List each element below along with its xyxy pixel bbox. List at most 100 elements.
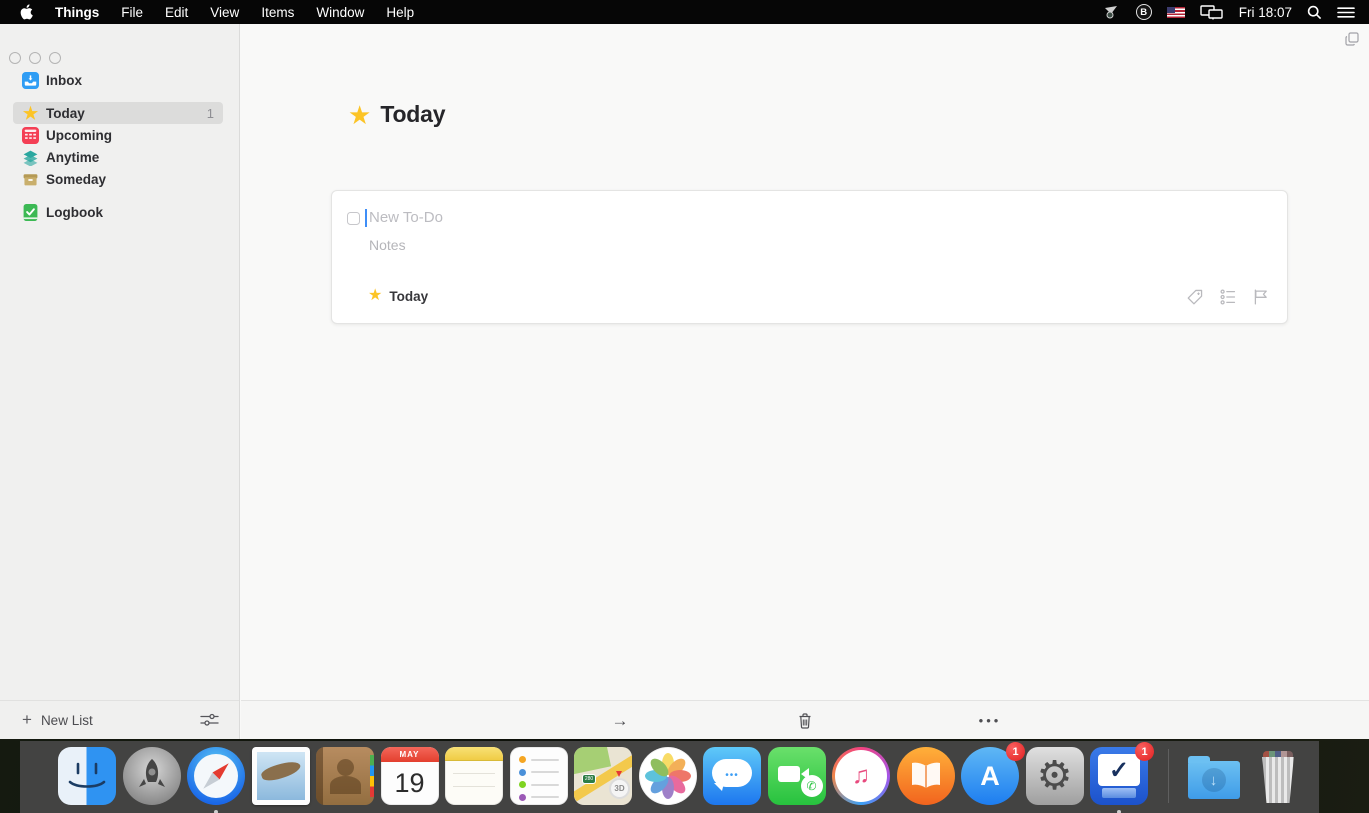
- logbook-icon: [22, 204, 39, 221]
- menu-edit[interactable]: Edit: [165, 5, 188, 20]
- menu-items[interactable]: Items: [261, 5, 294, 20]
- dock-calendar-icon[interactable]: MAY 19: [381, 747, 439, 805]
- when-label: Today: [389, 289, 428, 304]
- menubar-app-name[interactable]: Things: [55, 5, 99, 20]
- sidebar-item-label: Upcoming: [46, 128, 112, 143]
- keyboard-layout-flag-icon[interactable]: [1167, 7, 1185, 18]
- page-title-text: Today: [380, 101, 445, 128]
- when-star-icon: ★: [368, 288, 382, 304]
- desktop-wallpaper: MAY 19 280 3D: [0, 739, 1369, 813]
- notification-center-icon[interactable]: [1337, 6, 1355, 19]
- zoom-window-button[interactable]: [49, 52, 61, 64]
- menu-bar: Things File Edit View Items Window Help …: [0, 0, 1369, 24]
- dock-system-preferences-icon[interactable]: ⚙: [1026, 747, 1084, 805]
- appstore-notification-badge: 1: [1006, 742, 1025, 761]
- dock-separator: [1168, 749, 1169, 803]
- todo-notes-input[interactable]: Notes: [369, 237, 406, 253]
- sidebar-item-upcoming[interactable]: Upcoming: [0, 124, 223, 146]
- pointer-utility-icon[interactable]: [1103, 5, 1121, 20]
- bottom-toolbar: → •••: [241, 700, 1369, 739]
- todo-title-input[interactable]: New To-Do: [369, 209, 443, 226]
- minimize-window-button[interactable]: [29, 52, 41, 64]
- sidebar-item-today[interactable]: ★ Today 1: [13, 102, 223, 124]
- download-arrow-glyph: ↓: [1202, 768, 1226, 792]
- someday-box-icon: [22, 171, 39, 188]
- dock-mail-icon[interactable]: [252, 747, 310, 805]
- window-controls: [9, 52, 61, 64]
- sidebar-item-someday[interactable]: Someday: [0, 168, 223, 190]
- new-list-button[interactable]: New List: [41, 713, 93, 728]
- dock-messages-icon[interactable]: •••: [703, 747, 761, 805]
- sidebar-item-label: Inbox: [46, 73, 82, 88]
- today-star-icon: ★: [22, 105, 39, 122]
- sidebar-item-label: Today: [46, 106, 85, 121]
- calendar-day-label: 19: [381, 762, 439, 805]
- dock-maps-icon[interactable]: 280 3D: [574, 747, 632, 805]
- dock-photos-icon[interactable]: [639, 747, 697, 805]
- page-title: ★ Today: [348, 101, 445, 128]
- spotlight-search-icon[interactable]: [1307, 5, 1322, 20]
- dock-finder-icon[interactable]: [58, 747, 116, 805]
- apple-menu-icon[interactable]: [20, 4, 33, 20]
- maps-route-shield: 280: [582, 774, 596, 784]
- trash-icon[interactable]: [797, 701, 813, 740]
- dock-trash-icon[interactable]: [1249, 747, 1307, 805]
- things-window: Inbox ★ Today 1 Upcoming Anytim: [0, 24, 1369, 739]
- dock-ibooks-icon[interactable]: [897, 747, 955, 805]
- itunes-note-glyph: ♫: [835, 750, 887, 802]
- menu-file[interactable]: File: [121, 5, 143, 20]
- dock-launchpad-icon[interactable]: [123, 747, 181, 805]
- sidebar-item-anytime[interactable]: Anytime: [0, 146, 223, 168]
- todo-checkbox[interactable]: [347, 212, 360, 225]
- gear-icon: ⚙: [1037, 756, 1073, 796]
- sidebar-item-label: Logbook: [46, 205, 103, 220]
- b-status-icon[interactable]: B: [1136, 4, 1152, 20]
- dock-appstore-icon[interactable]: A 1: [961, 747, 1019, 805]
- today-star-icon: ★: [348, 102, 371, 128]
- menu-window[interactable]: Window: [316, 5, 364, 20]
- new-window-icon[interactable]: [1345, 32, 1359, 46]
- things-notification-badge: 1: [1135, 742, 1154, 761]
- sidebar-item-inbox[interactable]: Inbox: [0, 69, 223, 91]
- messages-dots: •••: [712, 770, 752, 781]
- add-tag-icon[interactable]: [1186, 288, 1204, 306]
- dock-contacts-icon[interactable]: [316, 747, 374, 805]
- maps-3d-badge: 3D: [609, 778, 630, 799]
- dock-reminders-icon[interactable]: [510, 747, 568, 805]
- anytime-layers-icon: [22, 149, 39, 166]
- dock-safari-icon[interactable]: [187, 747, 245, 805]
- main-content: ★ Today New To-Do Notes ★ Today: [241, 24, 1369, 739]
- appstore-a-glyph: A: [980, 761, 1000, 792]
- sidebar: Inbox ★ Today 1 Upcoming Anytim: [0, 24, 240, 739]
- sidebar-item-label: Someday: [46, 172, 106, 187]
- sidebar-item-logbook[interactable]: Logbook: [0, 201, 223, 223]
- new-todo-card[interactable]: New To-Do Notes ★ Today: [331, 190, 1288, 324]
- text-cursor: [365, 209, 367, 227]
- menu-help[interactable]: Help: [386, 5, 414, 20]
- upcoming-calendar-icon: [22, 127, 39, 144]
- calendar-month-label: MAY: [381, 747, 439, 762]
- checklist-icon[interactable]: [1219, 288, 1237, 306]
- view-options-icon[interactable]: [200, 712, 219, 728]
- menubar-clock[interactable]: Fri 18:07: [1239, 5, 1292, 20]
- sidebar-item-label: Anytime: [46, 150, 99, 165]
- sidebar-footer: + New List: [0, 700, 239, 739]
- dock-notes-icon[interactable]: [445, 747, 503, 805]
- dock-things-icon[interactable]: ✓ 1: [1090, 747, 1148, 805]
- sidebar-item-count: 1: [207, 106, 223, 121]
- facetime-phone-glyph: ✆: [801, 775, 823, 797]
- dock-facetime-icon[interactable]: ✆: [768, 747, 826, 805]
- more-options-icon[interactable]: •••: [979, 701, 1002, 740]
- todo-when-row[interactable]: ★ Today: [368, 288, 428, 304]
- move-arrow-icon[interactable]: →: [612, 701, 629, 740]
- things-checkmark: ✓: [1098, 754, 1140, 786]
- dock: MAY 19 280 3D: [20, 741, 1319, 813]
- close-window-button[interactable]: [9, 52, 21, 64]
- dock-itunes-icon[interactable]: ♫: [832, 747, 890, 805]
- dock-downloads-folder-icon[interactable]: ↓: [1185, 747, 1243, 805]
- menu-view[interactable]: View: [210, 5, 239, 20]
- inbox-icon: [22, 72, 39, 89]
- displays-icon[interactable]: [1200, 5, 1224, 20]
- deadline-flag-icon[interactable]: [1252, 288, 1270, 306]
- new-list-plus-icon[interactable]: +: [22, 710, 32, 730]
